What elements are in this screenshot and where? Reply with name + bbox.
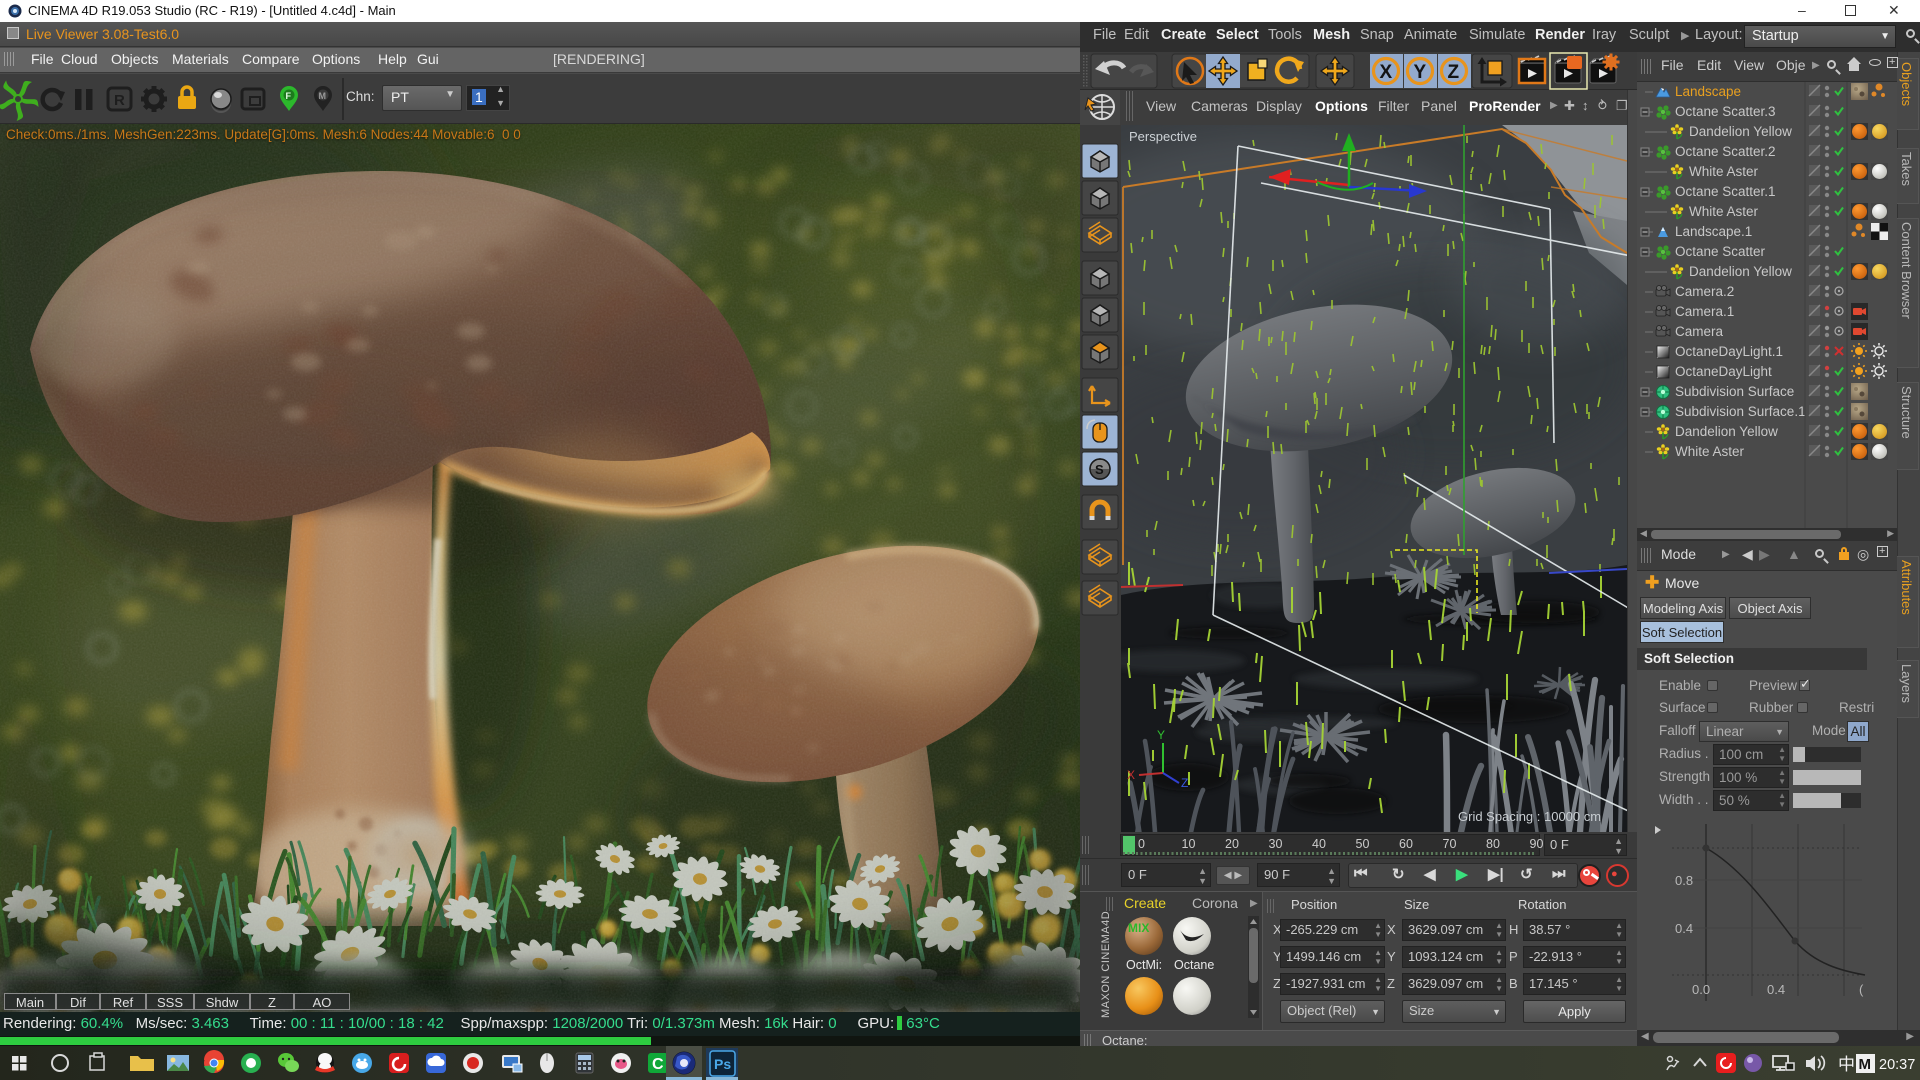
svg-text:Octane Scatter.2: Octane Scatter.2 bbox=[1675, 144, 1776, 159]
svg-text:中: 中 bbox=[1838, 1055, 1855, 1074]
svg-text:S: S bbox=[1095, 462, 1104, 477]
svg-text:Octane Scatter.3: Octane Scatter.3 bbox=[1675, 104, 1776, 119]
svg-text:Subdivision Surface: Subdivision Surface bbox=[1675, 384, 1794, 399]
svg-text:Camera.2: Camera.2 bbox=[1675, 284, 1734, 299]
svg-text:F: F bbox=[286, 91, 292, 101]
svg-text:Camera: Camera bbox=[1675, 324, 1724, 339]
svg-text:Grid Spacing : 10000 cm: Grid Spacing : 10000 cm bbox=[1458, 809, 1601, 824]
svg-text:OctaneDayLight.1: OctaneDayLight.1 bbox=[1675, 344, 1783, 359]
svg-text:Y: Y bbox=[1157, 728, 1165, 742]
svg-text:OctMi:: OctMi: bbox=[1126, 958, 1162, 972]
svg-text:Camera.1: Camera.1 bbox=[1675, 304, 1734, 319]
svg-text:Z: Z bbox=[1181, 776, 1188, 790]
svg-text:M: M bbox=[1859, 1056, 1872, 1073]
svg-text:0.4: 0.4 bbox=[1767, 982, 1785, 997]
svg-text:MIX: MIX bbox=[1128, 921, 1149, 935]
svg-text:Subdivision Surface.1: Subdivision Surface.1 bbox=[1675, 404, 1806, 419]
svg-text:OctaneDayLight: OctaneDayLight bbox=[1675, 364, 1772, 379]
svg-text:X: X bbox=[1380, 62, 1393, 83]
svg-text:Dandelion Yellow: Dandelion Yellow bbox=[1689, 124, 1792, 139]
svg-text:0.0: 0.0 bbox=[1692, 982, 1710, 997]
svg-text:20:37: 20:37 bbox=[1879, 1057, 1915, 1073]
svg-text:White Aster: White Aster bbox=[1689, 204, 1759, 219]
svg-text:White Aster: White Aster bbox=[1675, 444, 1745, 459]
svg-text:0.8: 0.8 bbox=[1675, 873, 1693, 888]
svg-text:Octane: Octane bbox=[1174, 958, 1214, 972]
svg-text:White Aster: White Aster bbox=[1689, 164, 1759, 179]
svg-text:X: X bbox=[1127, 768, 1135, 782]
svg-text:(: ( bbox=[1859, 982, 1864, 997]
svg-text:Dandelion Yellow: Dandelion Yellow bbox=[1689, 264, 1792, 279]
svg-text:Landscape.1: Landscape.1 bbox=[1675, 224, 1752, 239]
svg-text:Z: Z bbox=[1448, 62, 1460, 83]
svg-text:Perspective: Perspective bbox=[1129, 129, 1197, 144]
svg-text:C: C bbox=[652, 1056, 664, 1073]
svg-text:Dandelion Yellow: Dandelion Yellow bbox=[1675, 424, 1778, 439]
svg-text:Landscape: Landscape bbox=[1675, 84, 1741, 99]
svg-text:Y: Y bbox=[1414, 62, 1427, 83]
svg-text:Octane Scatter.1: Octane Scatter.1 bbox=[1675, 184, 1776, 199]
svg-text:R: R bbox=[114, 92, 125, 109]
svg-text:M: M bbox=[319, 91, 327, 101]
svg-text:Octane Scatter: Octane Scatter bbox=[1675, 244, 1766, 259]
svg-text:Ps: Ps bbox=[714, 1056, 731, 1072]
svg-text:0.4: 0.4 bbox=[1675, 921, 1693, 936]
